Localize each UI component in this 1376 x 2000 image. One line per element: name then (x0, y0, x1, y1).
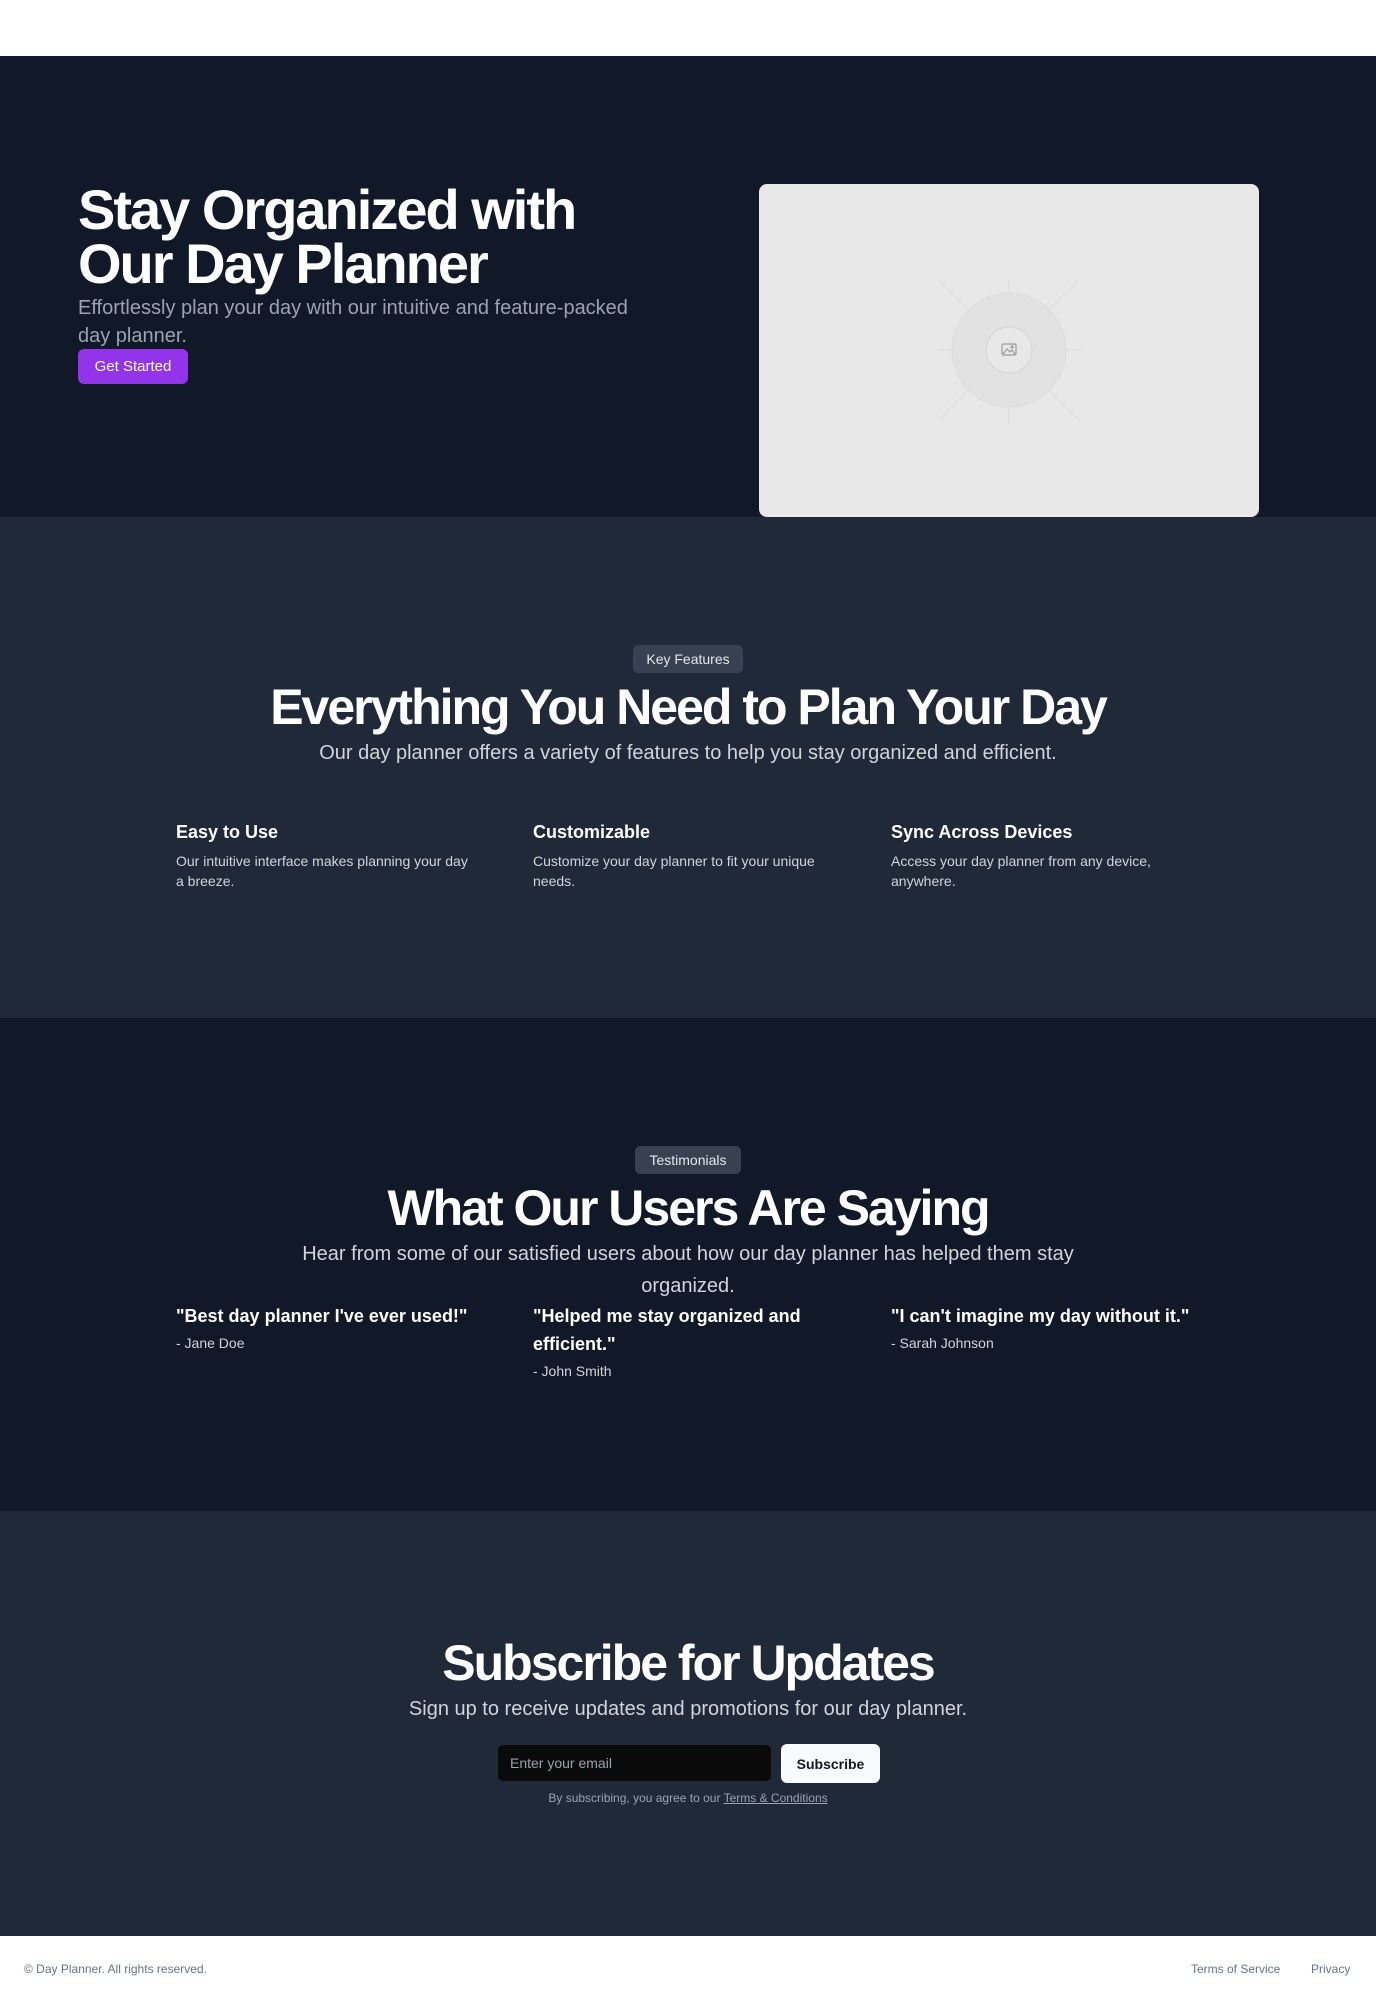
feature-item: Customizable Customize your day planner … (533, 819, 833, 891)
hero-section: Stay Organized with Our Day Planner Effo… (0, 56, 1376, 517)
testimonial-quote: "Best day planner I've ever used!" (176, 1306, 468, 1326)
testimonials-badge: Testimonials (635, 1146, 741, 1174)
terms-of-service-link[interactable]: Terms of Service (1191, 1962, 1280, 1976)
testimonial-quote: "I can't imagine my day without it." (891, 1306, 1190, 1326)
testimonials-title: What Our Users Are Saying (387, 1180, 990, 1236)
testimonial-item: "I can't imagine my day without it." - S… (891, 1302, 1221, 1353)
testimonial-item: "Helped me stay organized and efficient.… (533, 1302, 833, 1381)
copyright-text: © Day Planner. All rights reserved. (24, 1962, 207, 1976)
hero-image-placeholder (759, 184, 1259, 517)
hero-subtitle: Effortlessly plan your day with our intu… (78, 297, 628, 347)
subscribe-section: Subscribe for Updates Sign up to receive… (0, 1511, 1376, 1936)
feature-title: Easy to Use (176, 822, 279, 842)
feature-description: Our intuitive interface makes planning y… (176, 853, 468, 889)
feature-title: Customizable (533, 822, 651, 842)
features-badge: Key Features (633, 645, 743, 673)
top-bar (0, 0, 1376, 56)
terms-prefix: By subscribing, you agree to our (548, 1791, 724, 1805)
feature-item: Easy to Use Our intuitive interface make… (176, 819, 476, 891)
testimonial-author: - Sarah Johnson (891, 1335, 994, 1351)
feature-description: Customize your day planner to fit your u… (533, 853, 815, 889)
terms-conditions-link[interactable]: Terms & Conditions (724, 1791, 828, 1805)
terms-note: By subscribing, you agree to our Terms &… (0, 1790, 1376, 1806)
subscribe-button[interactable]: Subscribe (781, 1744, 880, 1783)
feature-item: Sync Across Devices Access your day plan… (891, 819, 1191, 891)
features-section: Key Features Everything You Need to Plan… (0, 517, 1376, 1018)
footer: © Day Planner. All rights reserved. Term… (0, 1936, 1376, 2000)
testimonial-author: - Jane Doe (176, 1335, 245, 1351)
privacy-link[interactable]: Privacy (1311, 1962, 1350, 1976)
subscribe-title: Subscribe for Updates (442, 1635, 935, 1691)
email-input[interactable] (497, 1744, 772, 1782)
subscribe-subtitle: Sign up to receive updates and promotion… (408, 1698, 968, 1720)
features-subtitle: Our day planner offers a variety of feat… (319, 742, 1057, 764)
image-placeholder-icon (937, 279, 1081, 424)
testimonial-author: - John Smith (533, 1363, 612, 1379)
get-started-button[interactable]: Get Started (78, 349, 188, 384)
testimonial-item: "Best day planner I've ever used!" - Jan… (176, 1302, 496, 1353)
testimonial-quote: "Helped me stay organized and efficient.… (533, 1306, 801, 1354)
testimonials-section: Testimonials What Our Users Are Saying H… (0, 1018, 1376, 1511)
testimonials-subtitle: Hear from some of our satisfied users ab… (302, 1243, 1074, 1297)
hero-title: Stay Organized with Our Day Planner (78, 178, 577, 295)
features-title: Everything You Need to Plan Your Day (270, 679, 1108, 735)
feature-title: Sync Across Devices (891, 822, 1073, 842)
feature-description: Access your day planner from any device,… (891, 853, 1151, 889)
